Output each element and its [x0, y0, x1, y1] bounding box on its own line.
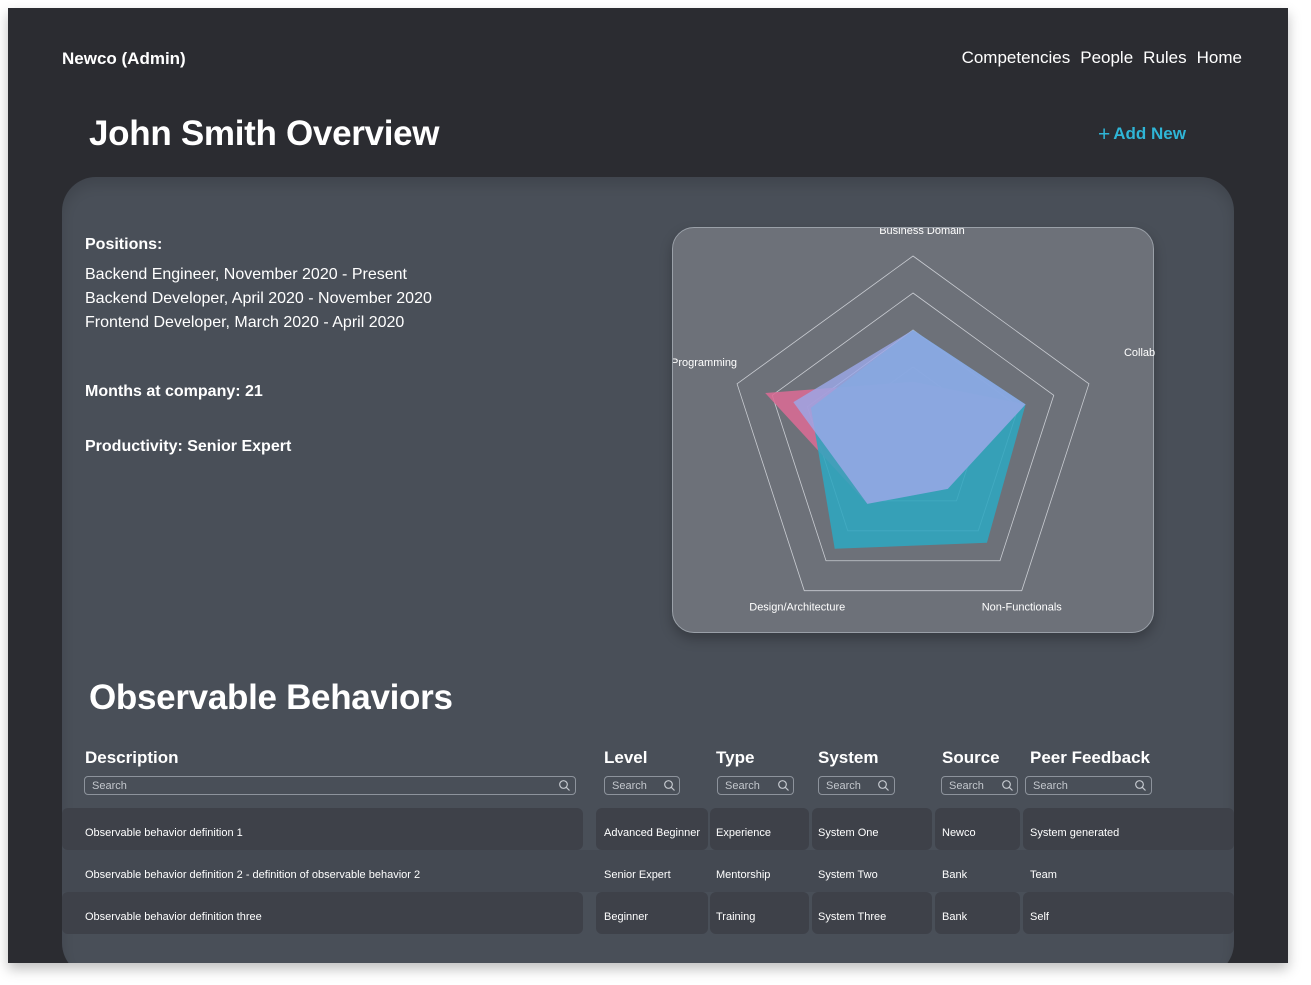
cell-description: Observable behavior definition 2 - defin…	[85, 869, 421, 881]
cell-system: System Two	[818, 869, 878, 881]
search-input-description[interactable]	[84, 776, 576, 795]
productivity-level: Productivity: Senior Expert	[85, 438, 292, 455]
search-icon[interactable]	[777, 779, 790, 792]
cell-level: Advanced Beginner	[604, 827, 701, 839]
column-header-description[interactable]: Description	[85, 748, 179, 768]
column-header-source[interactable]: Source	[942, 748, 1000, 768]
plus-icon: +	[1098, 122, 1111, 146]
app-window: Newco (Admin) Competencies People Rules …	[8, 8, 1288, 963]
cell-source: Bank	[942, 911, 968, 923]
search-icon[interactable]	[877, 779, 890, 792]
radar-axis-label: Collaboration	[1124, 347, 1155, 359]
column-header-system[interactable]: System	[818, 748, 878, 768]
cell-peer-feedback: Self	[1030, 911, 1049, 923]
column-header-peer-feedback[interactable]: Peer Feedback	[1030, 748, 1150, 768]
table-row[interactable]	[1023, 892, 1234, 934]
top-nav: Competencies People Rules Home	[962, 48, 1242, 68]
page-title: John Smith Overview	[89, 114, 440, 153]
add-new-button[interactable]: + Add New	[1098, 122, 1186, 146]
cell-type: Training	[716, 911, 756, 923]
cell-type: Mentorship	[716, 869, 771, 881]
radar-axis-label: Non-Functionals	[982, 602, 1063, 614]
nav-competencies[interactable]: Competencies	[962, 48, 1071, 68]
radar-axis-label: Programming	[673, 357, 737, 369]
positions-label: Positions:	[85, 236, 163, 253]
column-header-type[interactable]: Type	[716, 748, 754, 768]
cell-peer-feedback: Team	[1030, 869, 1057, 881]
search-icon[interactable]	[558, 779, 571, 792]
brand-name[interactable]: Newco (Admin)	[62, 49, 186, 69]
radar-axis-label: Business Domain	[879, 228, 965, 237]
search-icon[interactable]	[1134, 779, 1147, 792]
position-item: Backend Engineer, November 2020 - Presen…	[85, 266, 407, 283]
section-title-observable-behaviors: Observable Behaviors	[89, 678, 453, 717]
cell-type: Experience	[716, 827, 772, 839]
cell-peer-feedback: System generated	[1030, 827, 1120, 839]
cell-source: Bank	[942, 869, 968, 881]
position-item: Backend Developer, April 2020 - November…	[85, 290, 432, 307]
search-input-peer-feedback[interactable]	[1025, 776, 1152, 795]
position-item: Frontend Developer, March 2020 - April 2…	[85, 314, 405, 331]
search-icon[interactable]	[663, 779, 676, 792]
cell-level: Senior Expert	[604, 869, 671, 881]
cell-system: System Three	[818, 911, 887, 923]
cell-source: Newco	[942, 827, 976, 839]
competency-radar-chart: Business Domain Collaboration Non-Function…	[672, 227, 1155, 633]
nav-rules[interactable]: Rules	[1143, 48, 1186, 68]
overview-panel: Positions: Backend Engineer, November 20…	[62, 177, 1234, 963]
add-new-label: Add New	[1113, 124, 1186, 143]
radar-svg: Business Domain Collaboration Non-Function…	[673, 228, 1155, 614]
cell-level: Beginner	[604, 911, 649, 923]
months-at-company: Months at company: 21	[85, 383, 263, 400]
nav-people[interactable]: People	[1080, 48, 1133, 68]
nav-home[interactable]: Home	[1197, 48, 1242, 68]
cell-system: System One	[818, 827, 879, 839]
search-icon[interactable]	[1001, 779, 1014, 792]
cell-description: Observable behavior definition three	[85, 911, 262, 923]
radar-axis-label: Design/Architecture	[749, 602, 845, 614]
positions-list: Backend Engineer, November 2020 - Presen…	[85, 263, 432, 335]
cell-description: Observable behavior definition 1	[85, 827, 243, 839]
column-header-level[interactable]: Level	[604, 748, 647, 768]
